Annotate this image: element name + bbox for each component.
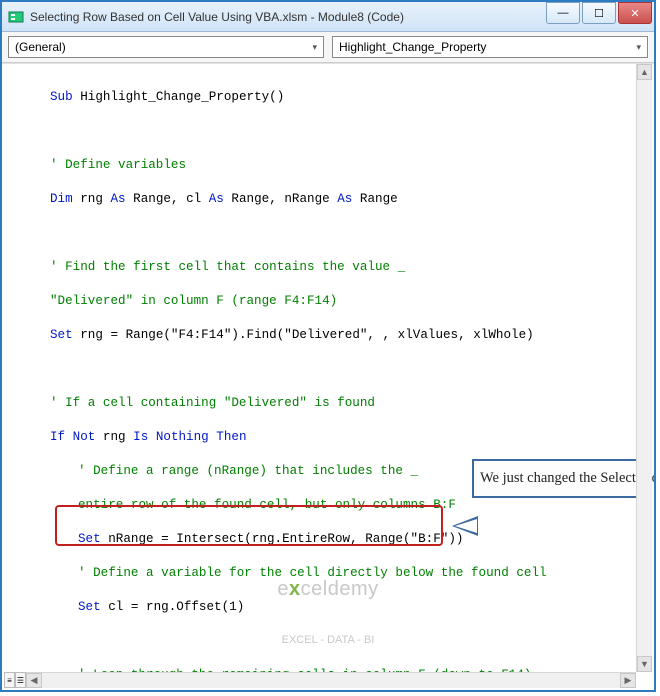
scroll-right-icon[interactable]: ▶ (620, 673, 636, 688)
full-module-view-button[interactable]: ☰ (15, 672, 26, 688)
object-proc-dropdowns: (General) ▾ Highlight_Change_Property ▾ (2, 32, 654, 63)
vbe-window: Selecting Row Based on Cell Value Using … (0, 0, 656, 692)
window-controls: — ☐ ✕ (546, 2, 654, 24)
object-dropdown[interactable]: (General) ▾ (8, 36, 324, 58)
minimize-button[interactable]: — (546, 2, 580, 24)
scroll-down-icon[interactable]: ▼ (637, 656, 652, 672)
close-button[interactable]: ✕ (618, 2, 652, 24)
callout-tail (452, 516, 478, 536)
annotation-callout: We just changed the Select property to I… (472, 459, 640, 498)
horizontal-scrollbar[interactable]: ◀ ▶ (26, 672, 636, 688)
window-title: Selecting Row Based on Cell Value Using … (30, 10, 404, 24)
scroll-left-icon[interactable]: ◀ (26, 673, 42, 688)
app-icon (8, 9, 24, 25)
titlebar: Selecting Row Based on Cell Value Using … (2, 2, 654, 32)
chevron-down-icon: ▾ (636, 42, 641, 53)
view-toggle: ≡ ☰ (4, 672, 26, 688)
scroll-up-icon[interactable]: ▲ (637, 64, 652, 80)
procedure-dropdown-value: Highlight_Change_Property (339, 40, 486, 54)
procedure-dropdown[interactable]: Highlight_Change_Property ▾ (332, 36, 648, 58)
maximize-button[interactable]: ☐ (582, 2, 616, 24)
procedure-view-button[interactable]: ≡ (4, 672, 15, 688)
code-editor[interactable]: Sub Highlight_Change_Property() ' Define… (2, 63, 654, 689)
chevron-down-icon: ▾ (312, 42, 317, 53)
vertical-scrollbar[interactable]: ▲ ▼ (636, 64, 652, 672)
object-dropdown-value: (General) (15, 40, 66, 54)
